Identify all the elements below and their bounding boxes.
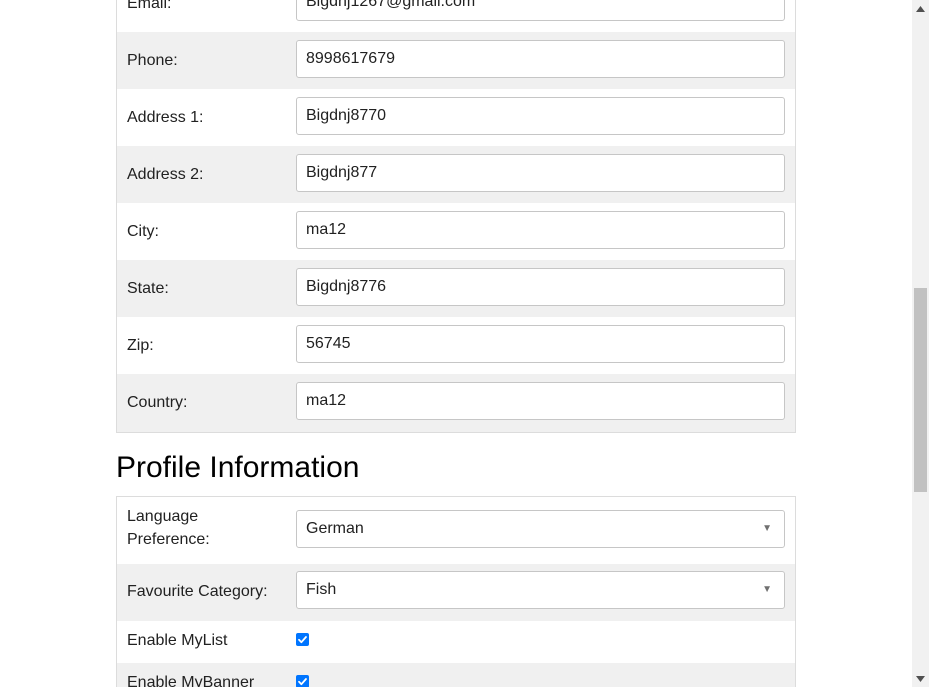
country-row: Country: ma12 — [117, 374, 795, 432]
country-label: Country: — [127, 394, 188, 411]
address2-row: Address 2: Bigdnj877 — [117, 146, 795, 203]
phone-field[interactable]: 8998617679 — [296, 40, 785, 78]
language-row: Language Preference: German ▼ — [117, 497, 795, 564]
city-field[interactable]: ma12 — [296, 211, 785, 249]
mylist-row: Enable MyList — [117, 621, 795, 663]
state-row: State: Bigdnj8776 — [117, 260, 795, 317]
language-label: Language Preference: — [127, 508, 210, 548]
address1-field[interactable]: Bigdnj8770 — [296, 97, 785, 135]
language-select-value: German — [306, 520, 364, 537]
account-form-page: Email: Bigdnj1267@gmail.com Phone: 89986… — [0, 0, 929, 687]
scroll-thumb[interactable] — [914, 288, 927, 492]
zip-row: Zip: 56745 — [117, 317, 795, 374]
vertical-scrollbar[interactable] — [912, 0, 929, 687]
mybanner-checkbox[interactable] — [296, 675, 309, 687]
checkmark-icon — [298, 636, 307, 644]
city-row: City: ma12 — [117, 203, 795, 260]
email-row: Email: Bigdnj1267@gmail.com — [117, 0, 795, 32]
mylist-checkbox[interactable] — [296, 633, 309, 646]
chevron-down-icon: ▼ — [762, 523, 772, 534]
scroll-down-arrow-icon[interactable] — [912, 670, 929, 687]
address1-row: Address 1: Bigdnj8770 — [117, 89, 795, 146]
scroll-up-arrow-icon[interactable] — [912, 0, 929, 17]
country-field[interactable]: ma12 — [296, 382, 785, 420]
chevron-down-icon: ▼ — [762, 584, 772, 595]
zip-label: Zip: — [127, 337, 154, 354]
profile-information-heading: Profile Information — [116, 451, 360, 484]
category-row: Favourite Category: Fish ▼ — [117, 564, 795, 621]
language-select[interactable]: German ▼ — [296, 510, 785, 548]
state-field[interactable]: Bigdnj8776 — [296, 268, 785, 306]
category-select-value: Fish — [306, 581, 337, 598]
address2-label: Address 2: — [127, 166, 204, 183]
profile-info-table: Language Preference: German ▼ Favourite … — [116, 496, 796, 687]
mybanner-row: Enable MyBanner — [117, 663, 795, 687]
email-label: Email: — [127, 0, 172, 12]
zip-field[interactable]: 56745 — [296, 325, 785, 363]
category-label: Favourite Category: — [127, 583, 268, 600]
state-label: State: — [127, 280, 169, 297]
address2-field[interactable]: Bigdnj877 — [296, 154, 785, 192]
contact-info-table: Email: Bigdnj1267@gmail.com Phone: 89986… — [116, 0, 796, 433]
mylist-label: Enable MyList — [127, 632, 228, 649]
phone-row: Phone: 8998617679 — [117, 32, 795, 89]
email-field[interactable]: Bigdnj1267@gmail.com — [296, 0, 785, 21]
checkmark-icon — [298, 678, 307, 686]
phone-label: Phone: — [127, 52, 178, 69]
address1-label: Address 1: — [127, 109, 204, 126]
city-label: City: — [127, 223, 159, 240]
mybanner-label: Enable MyBanner — [127, 674, 255, 687]
category-select[interactable]: Fish ▼ — [296, 571, 785, 609]
